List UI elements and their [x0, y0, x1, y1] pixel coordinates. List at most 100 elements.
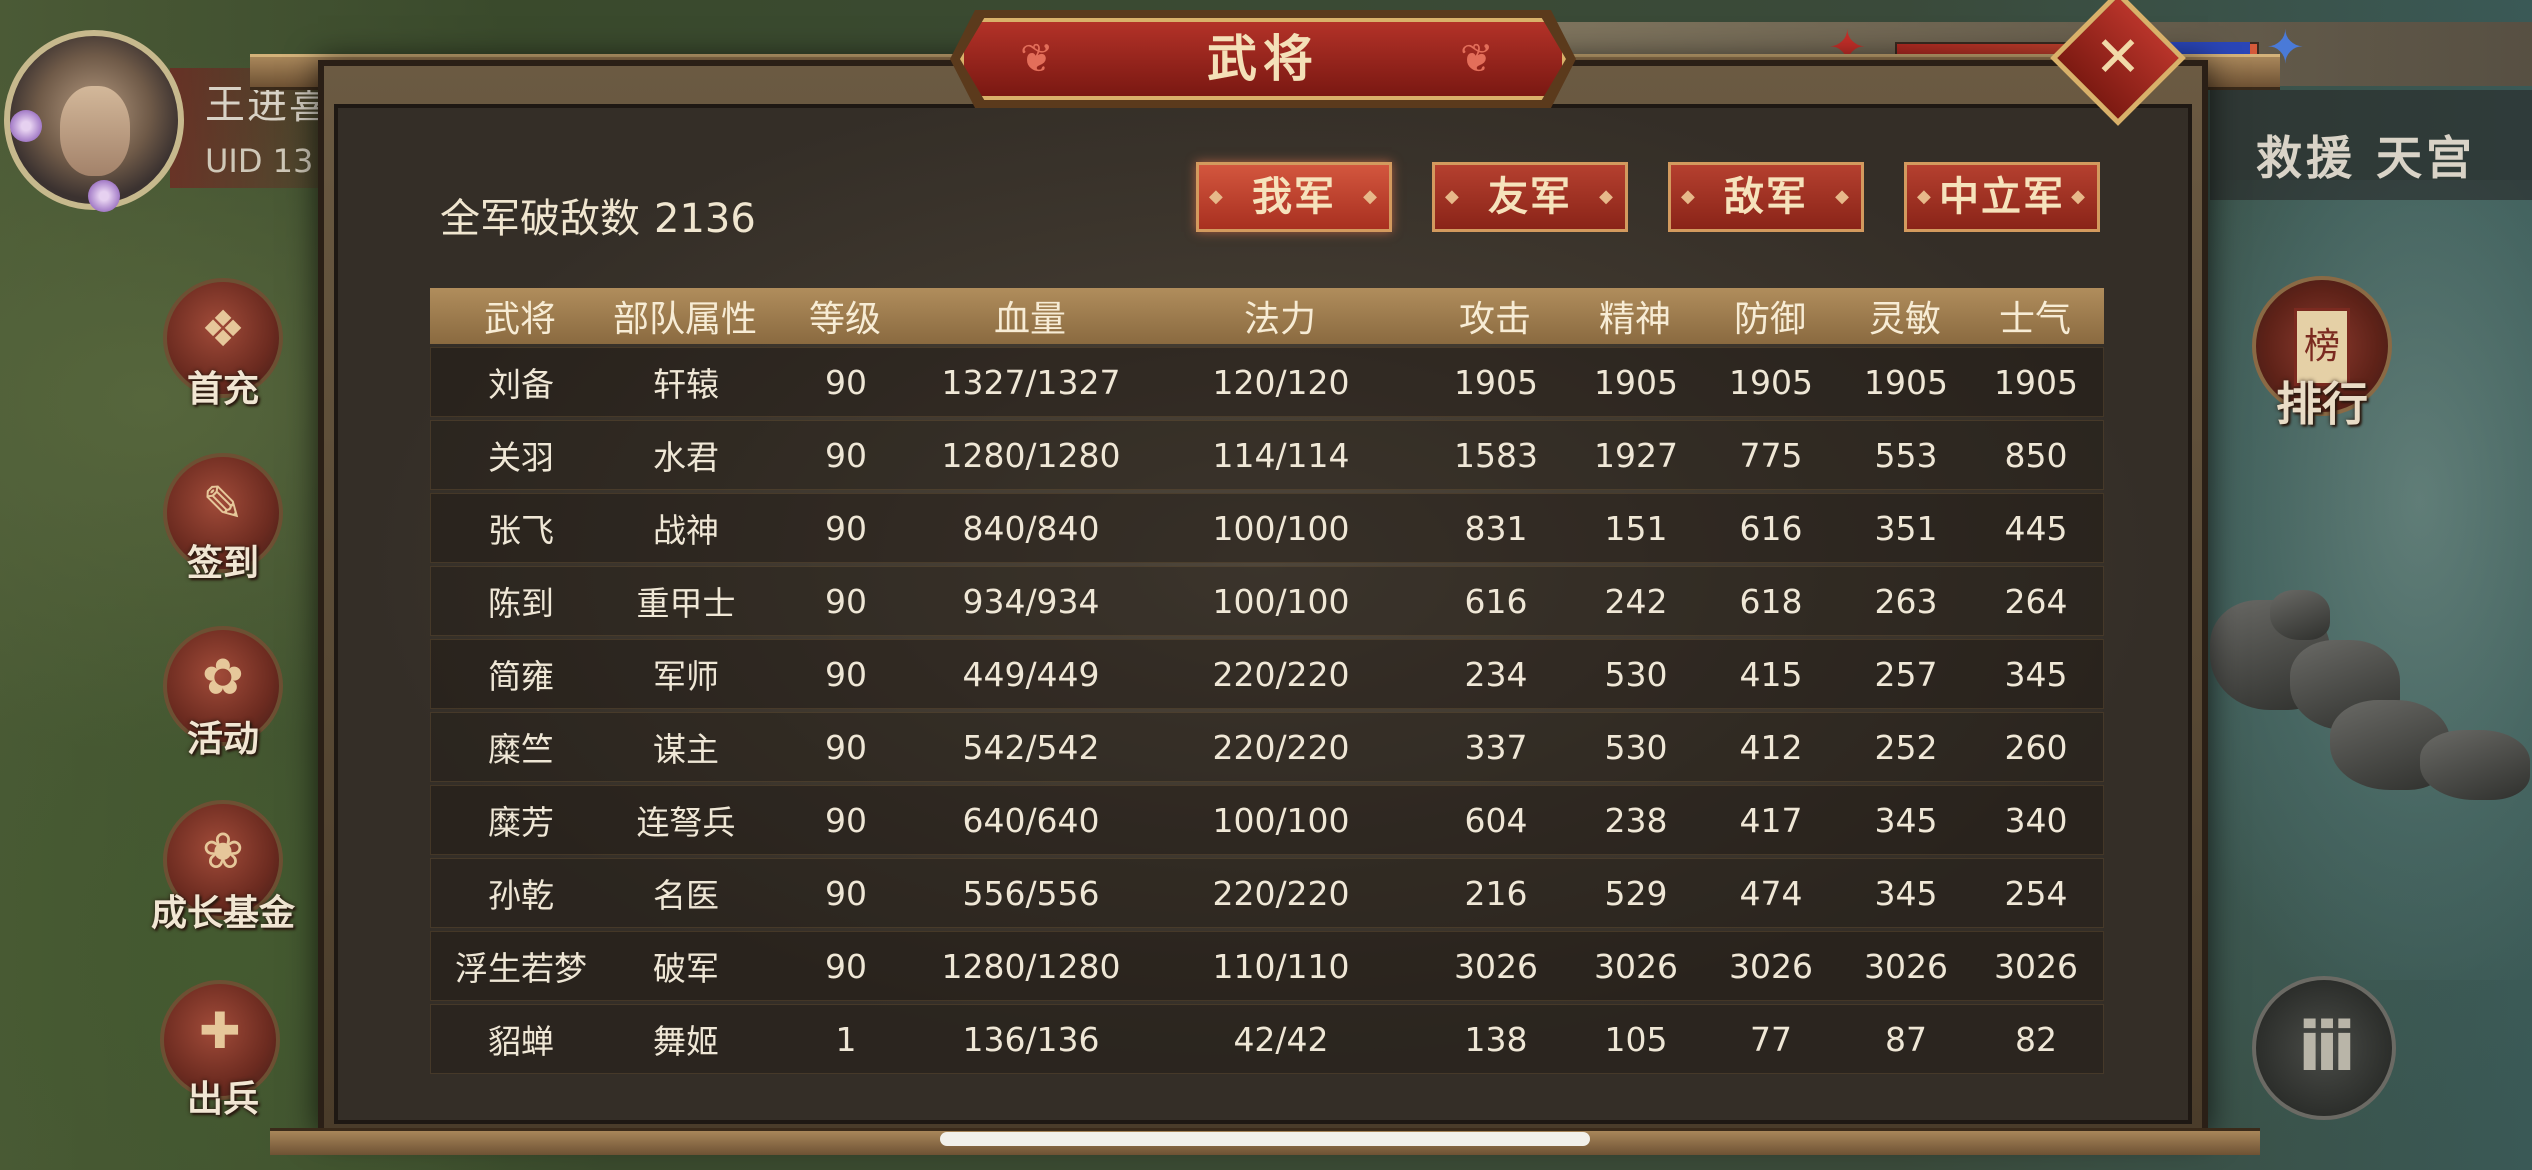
table-row[interactable]: 张飞 战神 90 840/840 100/100 831 151 616 351 445 — [430, 493, 2104, 563]
table-cell: 220/220 — [1212, 727, 1350, 767]
table-cell: 238 — [1604, 800, 1668, 840]
side-menu-label: 成长基金 — [150, 893, 295, 934]
table-cell: 616 — [1739, 508, 1803, 548]
table-cell: 120/120 — [1212, 362, 1350, 402]
table-cell: 简雍 — [488, 657, 554, 696]
column-header: 攻击 — [1458, 299, 1531, 340]
book-icon: ✎ — [202, 475, 244, 533]
table-cell: 934/934 — [962, 581, 1100, 621]
tab-neutral-army[interactable]: 中立军 — [1904, 162, 2100, 232]
side-menu-label: 签到 — [186, 543, 259, 584]
table-row[interactable]: 糜芳 连弩兵 90 640/640 100/100 604 238 417 345 340 — [430, 785, 2104, 855]
table-row[interactable]: 糜竺 谋主 90 542/542 220/220 337 530 412 252 260 — [430, 712, 2104, 782]
table-cell: 220/220 — [1212, 654, 1350, 694]
table-cell: 1327/1327 — [941, 362, 1121, 402]
table-cell: 轩辕 — [653, 365, 719, 404]
table-cell: 100/100 — [1212, 581, 1350, 621]
table-cell: 831 — [1464, 508, 1528, 548]
table-cell: 3026 — [1729, 946, 1813, 986]
column-header: 灵敏 — [1868, 299, 1941, 340]
player-uid: UID 13 — [205, 142, 314, 180]
table-cell: 840/840 — [962, 508, 1100, 548]
table-cell: 破军 — [653, 949, 719, 988]
table-row[interactable]: 刘备 轩辕 90 1327/1327 120/120 1905 1905 1905 1905 19… — [430, 347, 2104, 417]
table-row[interactable]: 貂蝉 舞姬 1 136/136 42/42 138 105 77 87 82 — [430, 1004, 2104, 1074]
table-cell: 151 — [1604, 508, 1668, 548]
table-cell: 616 — [1464, 581, 1528, 621]
plant-icon: ❀ — [202, 822, 244, 880]
table-cell: 136/136 — [962, 1019, 1100, 1059]
table-cell: 刘备 — [488, 365, 554, 404]
flag-icon: ✚ — [199, 1002, 241, 1060]
table-cell: 1905 — [1454, 362, 1538, 402]
table-cell: 关羽 — [488, 438, 554, 477]
table-body: 刘备 轩辕 90 1327/1327 120/120 1905 1905 1905 1905 19… — [430, 347, 2104, 1074]
rock — [2420, 730, 2530, 800]
column-header: 武将 — [483, 299, 556, 340]
table-cell: 556/556 — [962, 873, 1100, 913]
table-cell: 529 — [1604, 873, 1668, 913]
column-header: 法力 — [1243, 299, 1316, 340]
table-cell: 105 — [1604, 1019, 1668, 1059]
table-cell: 553 — [1874, 435, 1938, 475]
table-cell: 军师 — [653, 657, 719, 696]
table-row[interactable]: 孙乾 名医 90 556/556 220/220 216 529 474 345 254 — [430, 858, 2104, 928]
table-cell: 618 — [1739, 581, 1803, 621]
tab-our-army[interactable]: 我军 — [1196, 162, 1392, 232]
table-cell: 孙乾 — [488, 876, 554, 915]
table-cell: 连弩兵 — [636, 803, 736, 842]
table-cell: 90 — [825, 727, 867, 767]
table-cell: 90 — [825, 435, 867, 475]
battle-title: 救援 天宫 — [2256, 131, 2477, 185]
table-cell: 263 — [1874, 581, 1938, 621]
table-cell: 87 — [1885, 1019, 1927, 1059]
table-cell: 412 — [1739, 727, 1803, 767]
table-cell: 90 — [825, 654, 867, 694]
table-cell: 445 — [2004, 508, 2068, 548]
column-header: 精神 — [1598, 299, 1671, 340]
table-header: 武将 部队属性 等级 血量 法力 攻击 精神 防御 灵敏 士气 — [430, 288, 2104, 344]
rock — [2270, 590, 2330, 640]
close-icon[interactable]: ✕ — [2070, 10, 2166, 106]
column-header: 防御 — [1733, 299, 1806, 340]
table-cell: 252 — [1874, 727, 1938, 767]
table-row[interactable]: 关羽 水君 90 1280/1280 114/114 1583 1927 775 553 850 — [430, 420, 2104, 490]
table-cell: 337 — [1464, 727, 1528, 767]
table-cell: 42/42 — [1233, 1019, 1329, 1059]
table-cell: 220/220 — [1212, 873, 1350, 913]
table-cell: 77 — [1750, 1019, 1792, 1059]
table-cell: 3026 — [1454, 946, 1538, 986]
side-menu-label: 首充 — [186, 369, 259, 410]
table-cell: 1905 — [1994, 362, 2078, 402]
table-cell: 3026 — [1994, 946, 2078, 986]
table-cell: 陈到 — [488, 584, 554, 623]
table-cell: 90 — [825, 946, 867, 986]
flower-decoration-icon — [88, 180, 120, 212]
column-header: 部队属性 — [612, 299, 757, 340]
total-kills-value: 2136 — [654, 196, 756, 242]
table-cell: 1583 — [1454, 435, 1538, 475]
menu-icon: iii — [2298, 1008, 2356, 1087]
table-cell: 糜竺 — [488, 730, 554, 769]
table-row[interactable]: 浮生若梦 破军 90 1280/1280 110/110 3026 3026 3026 3026… — [430, 931, 2104, 1001]
table-cell: 415 — [1739, 654, 1803, 694]
main-menu-button[interactable]: iii — [2252, 976, 2396, 1120]
table-cell: 216 — [1464, 873, 1528, 913]
dialog-title: 武将 — [1207, 30, 1319, 88]
table-row[interactable]: 简雍 军师 90 449/449 220/220 234 530 415 257 345 — [430, 639, 2104, 709]
table-cell: 604 — [1464, 800, 1528, 840]
tab-enemy-army[interactable]: 敌军 — [1668, 162, 1864, 232]
table-cell: 战神 — [653, 511, 719, 550]
table-cell: 重甲士 — [636, 584, 736, 623]
table-cell: 257 — [1874, 654, 1938, 694]
table-cell: 90 — [825, 362, 867, 402]
table-cell: 417 — [1739, 800, 1803, 840]
tab-allied-army[interactable]: 友军 — [1432, 162, 1628, 232]
table-cell: 1905 — [1864, 362, 1948, 402]
table-cell: 242 — [1604, 581, 1668, 621]
home-indicator[interactable] — [940, 1132, 1590, 1146]
table-cell: 1 — [835, 1019, 857, 1059]
table-row[interactable]: 陈到 重甲士 90 934/934 100/100 616 242 618 263 264 — [430, 566, 2104, 636]
table-cell: 3026 — [1864, 946, 1948, 986]
flower-decoration-icon — [10, 110, 42, 142]
